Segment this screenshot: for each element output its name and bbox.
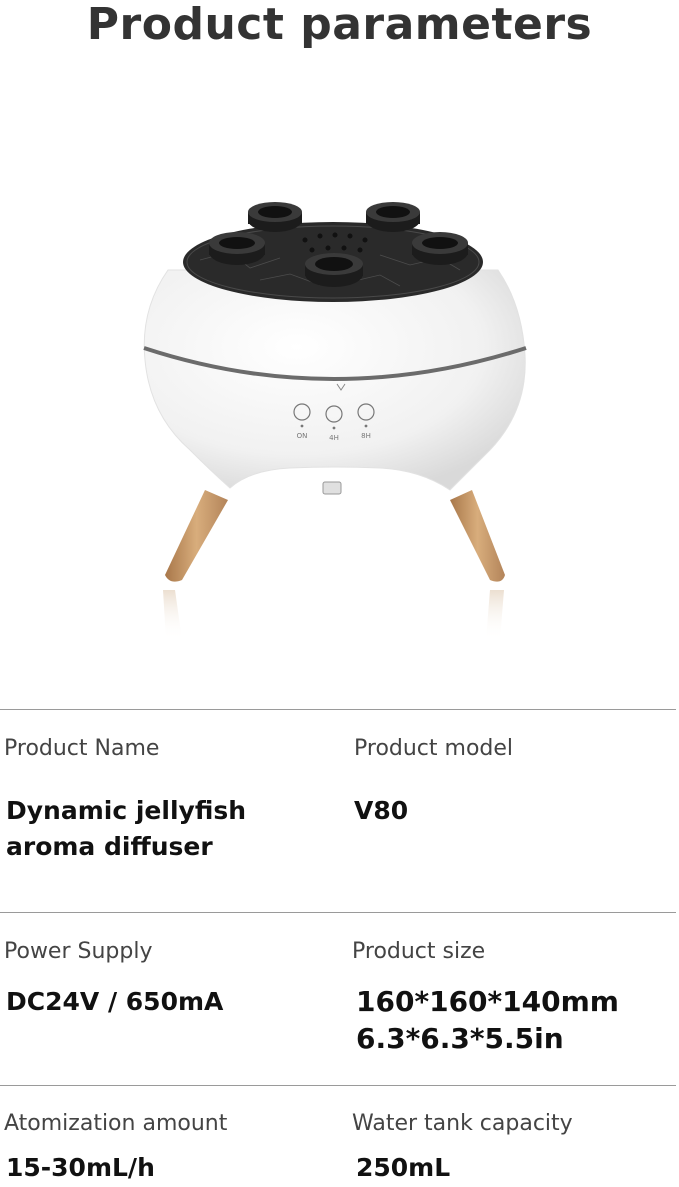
control-label-4h: 4H [329, 434, 339, 442]
product-size-value-line1: 160*160*140mm [356, 985, 619, 1018]
product-name-value-line2: aroma diffuser [6, 832, 213, 861]
atomization-value: 15-30mL/h [6, 1153, 155, 1182]
power-supply-label: Power Supply [4, 939, 153, 964]
product-name-label: Product Name [4, 736, 160, 761]
control-label-on: ON [297, 432, 308, 440]
power-supply-value: DC24V / 650mA [6, 987, 224, 1016]
water-tank-value: 250mL [356, 1153, 451, 1182]
product-size-value-line2: 6.3*6.3*5.5in [356, 1022, 564, 1055]
product-image: ON 4H 8H [143, 202, 527, 640]
product-size-label: Product size [352, 939, 486, 964]
power-port [322, 481, 342, 495]
product-model-value: V80 [354, 796, 409, 825]
divider [0, 709, 676, 710]
leg-right [450, 490, 505, 582]
divider [0, 1085, 676, 1086]
leg-left [165, 490, 228, 582]
atomization-label: Atomization amount [4, 1111, 228, 1136]
control-label-8h: 8H [361, 432, 371, 440]
product-model-label: Product model [354, 736, 514, 761]
product-name-value-line1: Dynamic jellyfish [6, 796, 247, 825]
page-title: Product parameters [86, 0, 593, 50]
water-tank-label: Water tank capacity [352, 1111, 573, 1136]
divider [0, 912, 676, 913]
